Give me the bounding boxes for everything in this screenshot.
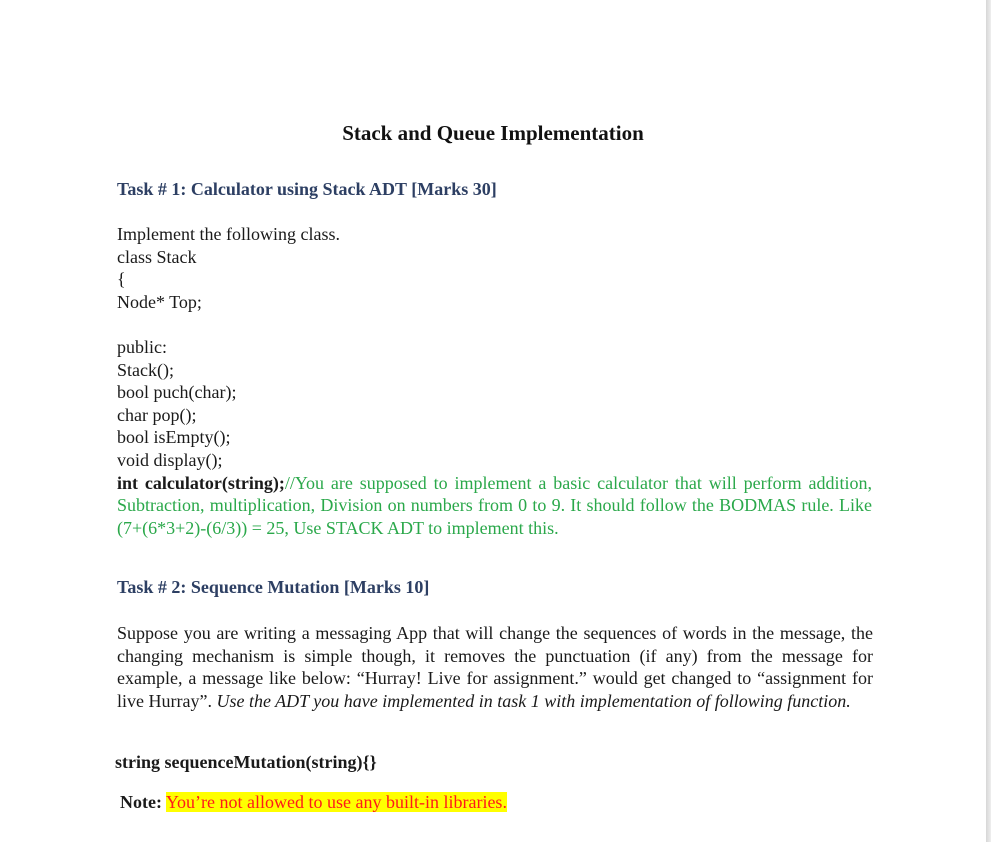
method-isempty: bool isEmpty(); [117,427,231,448]
note-text: You’re not allowed to use any built-in l… [165,792,507,812]
method-push: bool puch(char); [117,382,237,403]
calculator-signature: int calculator(string); [117,472,285,493]
note: Note: You’re not allowed to use any buil… [120,792,507,813]
member-top: Node* Top; [117,291,202,312]
task2-heading: Task # 2: Sequence Mutation [Marks 10] [117,577,430,597]
method-pop: char pop(); [117,404,197,425]
sequence-mutation-signature: string sequenceMutation(string){} [115,752,377,772]
task1-intro: Implement the following class. [117,224,340,244]
task2-body-italic: Use the ADT you have implemented in task… [216,690,851,711]
note-label: Note: [120,792,162,812]
public-label: public: [117,336,167,357]
page-edge [986,0,991,842]
document-title: Stack and Queue Implementation [342,121,644,145]
method-constructor: Stack(); [117,359,174,380]
method-display: void display(); [117,449,223,470]
class-declaration: class Stack [117,246,197,267]
task1-code-block: Implement the following class. class Sta… [117,223,872,539]
calculator-line: int calculator(string);//You are suppose… [117,472,872,540]
open-brace: { [117,269,126,290]
task1-heading: Task # 1: Calculator using Stack ADT [Ma… [117,179,497,199]
task2-description: Suppose you are writing a messaging App … [117,622,873,712]
